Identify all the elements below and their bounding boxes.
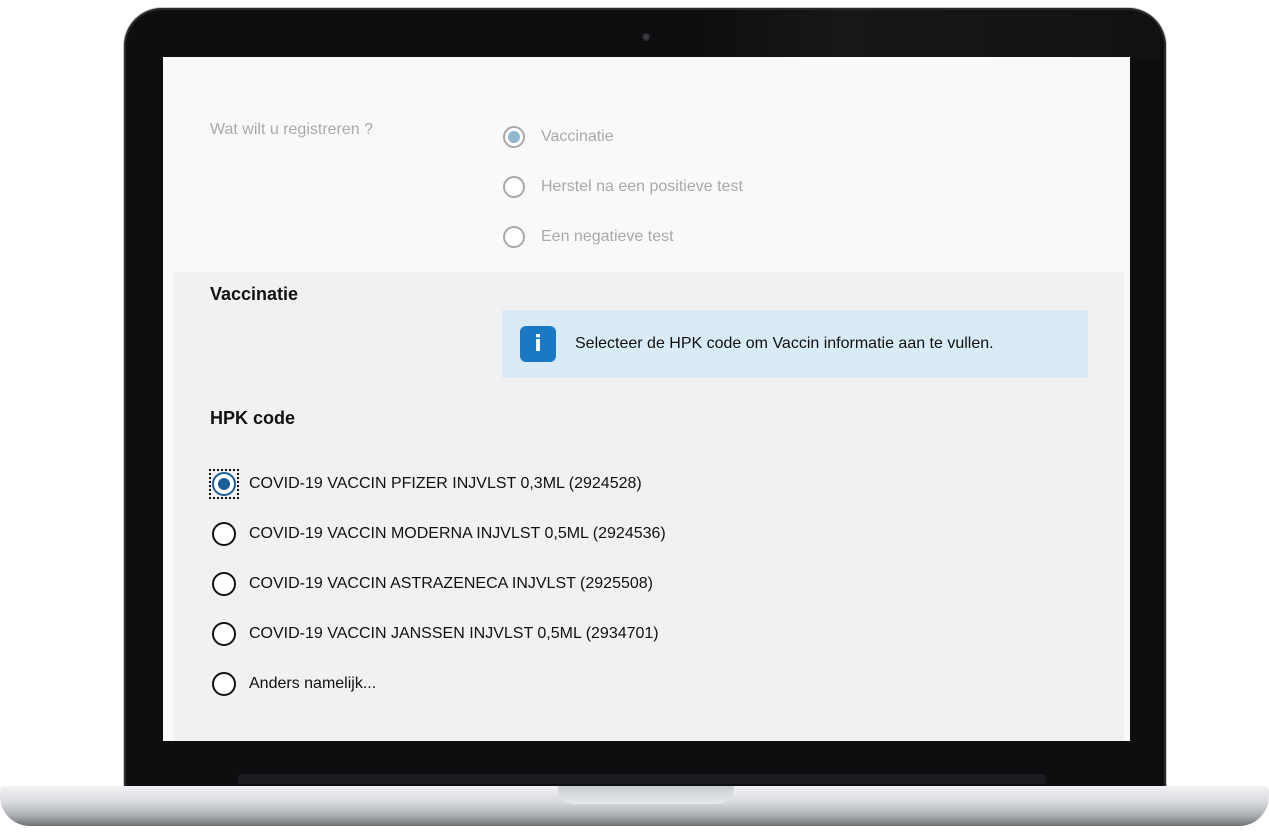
radio-unselected-icon[interactable] <box>503 226 525 248</box>
hpk-option-janssen[interactable]: COVID-19 VACCIN JANSSEN INJVLST 0,5ML (2… <box>210 619 659 649</box>
hpk-option-astrazeneca[interactable]: COVID-19 VACCIN ASTRAZENECA INJVLST (292… <box>210 569 653 599</box>
screen-glare <box>700 8 1160 58</box>
radio-unselected-icon[interactable] <box>212 672 236 696</box>
hpk-option-label: COVID-19 VACCIN PFIZER INJVLST 0,3ML (29… <box>249 475 642 492</box>
radio-wrap[interactable] <box>210 520 238 548</box>
laptop-hinge <box>238 774 1046 784</box>
info-message: i Selecteer de HPK code om Vaccin inform… <box>502 310 1088 378</box>
info-text: Selecteer de HPK code om Vaccin informat… <box>575 335 994 352</box>
screen: Wat wilt u registreren ? Vaccinatie Hers… <box>163 57 1130 741</box>
radio-selected-icon[interactable] <box>212 472 236 496</box>
radio-unselected-icon[interactable] <box>212 572 236 596</box>
hpk-option-label: COVID-19 VACCIN ASTRAZENECA INJVLST (292… <box>249 575 653 592</box>
hpk-option-label: COVID-19 VACCIN JANSSEN INJVLST 0,5ML (2… <box>249 625 659 642</box>
registration-question: Wat wilt u registreren ? <box>210 121 374 138</box>
registration-section: Wat wilt u registreren ? Vaccinatie Hers… <box>163 57 1130 272</box>
radio-option-vaccinatie[interactable]: Vaccinatie <box>503 122 614 152</box>
radio-label: Herstel na een positieve test <box>541 178 743 195</box>
section-title-vaccinatie: Vaccinatie <box>210 284 299 304</box>
webcam-icon <box>642 33 650 41</box>
radio-option-herstel[interactable]: Herstel na een positieve test <box>503 172 743 202</box>
radio-label: Vaccinatie <box>541 128 614 145</box>
radio-unselected-icon[interactable] <box>212 522 236 546</box>
laptop-notch <box>558 786 734 804</box>
vaccination-section: Vaccinatie i Selecteer de HPK code om Va… <box>174 272 1124 741</box>
focus-ring[interactable] <box>209 469 239 499</box>
hpk-option-pfizer[interactable]: COVID-19 VACCIN PFIZER INJVLST 0,3ML (29… <box>209 469 642 499</box>
radio-option-negatieve-test[interactable]: Een negatieve test <box>503 222 674 252</box>
hpk-code-label: HPK code <box>210 408 296 428</box>
radio-label: Een negatieve test <box>541 228 674 245</box>
radio-wrap[interactable] <box>210 570 238 598</box>
info-icon: i <box>520 326 556 362</box>
hpk-option-label: Anders namelijk... <box>249 675 377 692</box>
radio-wrap[interactable] <box>210 670 238 698</box>
radio-unselected-icon[interactable] <box>503 176 525 198</box>
radio-wrap[interactable] <box>210 620 238 648</box>
hpk-option-anders[interactable]: Anders namelijk... <box>210 669 376 699</box>
hpk-option-moderna[interactable]: COVID-19 VACCIN MODERNA INJVLST 0,5ML (2… <box>210 519 666 549</box>
radio-selected-icon[interactable] <box>503 126 525 148</box>
hpk-option-label: COVID-19 VACCIN MODERNA INJVLST 0,5ML (2… <box>249 525 666 542</box>
radio-unselected-icon[interactable] <box>212 622 236 646</box>
